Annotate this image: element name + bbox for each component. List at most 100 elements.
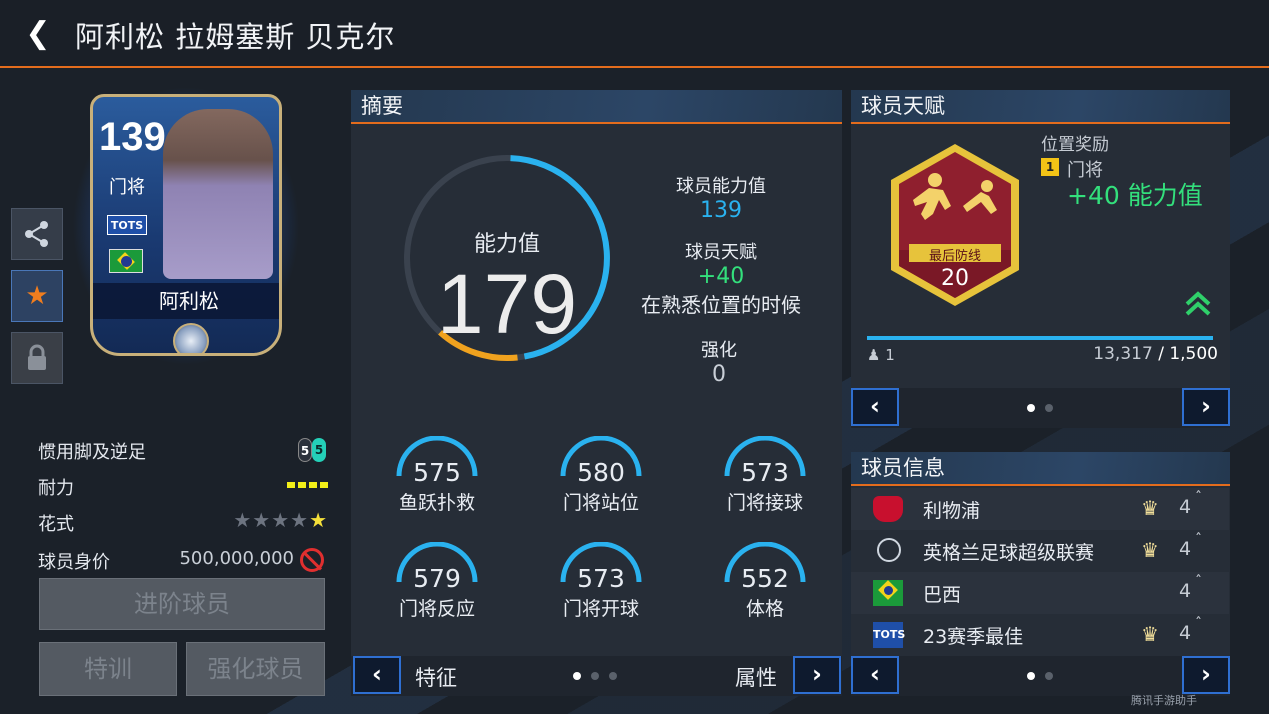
enhance-label: 强化 <box>701 340 737 361</box>
tots-icon: TOTS <box>873 622 905 648</box>
stat-name: 门将开球 <box>562 598 639 620</box>
stat-value: 552 <box>741 564 789 593</box>
lock-icon <box>28 344 46 370</box>
progress-current: 13,317 <box>1093 344 1153 364</box>
info-row-text: 23赛季最佳 <box>923 626 1024 648</box>
stamina-bars <box>287 482 328 488</box>
brazil-flag-icon <box>873 580 903 606</box>
price-row: 球员身价 500,000,000 <box>38 546 328 574</box>
chevron-left-icon: ‹ <box>372 660 382 688</box>
share-icon <box>25 221 48 247</box>
stat-name: 鱼跃扑救 <box>398 492 475 514</box>
stamina-bar <box>320 482 328 488</box>
talent-prev-button[interactable]: ‹ <box>851 388 899 426</box>
info-row-text: 英格兰足球超级联赛 <box>923 542 1095 564</box>
star-icon: ★ <box>25 281 49 311</box>
ovr-block: 球员能力值 139 <box>651 172 791 223</box>
summary-next-button[interactable]: › <box>793 656 841 694</box>
stamina-bar <box>287 482 295 488</box>
reward-value: +40 能力值 <box>1067 181 1203 210</box>
header-bar: ❮ 阿利松 拉姆塞斯 贝克尔 <box>0 0 1269 68</box>
share-button[interactable] <box>11 208 63 260</box>
favorite-button[interactable]: ★ <box>11 270 63 322</box>
stat-value: 579 <box>413 564 461 593</box>
info-row[interactable]: TOTS 23赛季最佳 ♛ 4 ˆ <box>851 614 1229 656</box>
talent-next-button[interactable]: › <box>1182 388 1230 426</box>
info-page-dots <box>1027 672 1053 680</box>
enhance-value: 0 <box>712 362 726 387</box>
info-next-button[interactable]: › <box>1182 656 1230 694</box>
info-row[interactable]: 利物浦 ♛ 4 ˆ <box>851 488 1229 530</box>
ovr-value: 139 <box>700 198 742 223</box>
stat-gauge: 580 门将站位 <box>541 436 661 516</box>
caret-up-icon: ˆ <box>1195 532 1202 548</box>
talent-panel: 球员天赋 最后防线 20 位置奖励 1 门将 +40 能力值 ♟ 1 13,31… <box>851 90 1230 428</box>
summary-prev-button[interactable]: ‹ <box>353 656 401 694</box>
caret-up-icon: ˆ <box>1195 574 1202 590</box>
stat-value: 580 <box>577 458 625 487</box>
page-dot <box>1027 672 1035 680</box>
owner-count-value: 1 <box>885 346 895 364</box>
info-row[interactable]: 巴西 4 ˆ <box>851 572 1229 614</box>
stat-gauge: 575 鱼跃扑救 <box>377 436 497 516</box>
skill-star-icon: ★ <box>290 508 310 532</box>
liverpool-crest-icon <box>873 496 903 522</box>
page-title: 阿利松 拉姆塞斯 贝克尔 <box>75 20 396 54</box>
training-button[interactable]: 特训 <box>39 642 177 696</box>
page-dot <box>573 672 581 680</box>
enhance-block: 强化 0 <box>669 336 769 387</box>
summary-title: 摘要 <box>351 90 842 124</box>
page-dot <box>1045 404 1053 412</box>
page-dot <box>1027 404 1035 412</box>
info-prev-button[interactable]: ‹ <box>851 656 899 694</box>
progress-total: 1,500 <box>1169 344 1218 364</box>
stat-value: 573 <box>741 458 789 487</box>
skill-stars: ★★★★★ <box>233 508 328 532</box>
info-panel: 球员信息 利物浦 ♛ 4 ˆ 英格兰足球超级联赛 ♛ 4 ˆ 巴西 4 ˆ TOTS 23赛季最佳 ♛ 4 ˆ… <box>851 452 1230 696</box>
brazil-flag-icon <box>109 249 143 273</box>
foot-main: 5 <box>298 438 312 462</box>
footer-left-label: 特征 <box>415 666 457 690</box>
lock-button[interactable] <box>11 332 63 384</box>
stamina-label: 耐力 <box>38 478 74 499</box>
info-title: 球员信息 <box>851 452 1230 486</box>
stat-value: 575 <box>413 458 461 487</box>
watermark: 腾讯手游助手 <box>1131 694 1197 707</box>
stat-gauge: 573 门将接球 <box>705 436 825 516</box>
chevron-left-icon: ‹ <box>870 392 880 420</box>
back-button[interactable]: ❮ <box>20 14 56 54</box>
skill-star-icon: ★ <box>271 508 291 532</box>
skill-row: 花式 ★★★★★ <box>38 508 328 536</box>
talent-badge-level: 20 <box>941 266 969 291</box>
stamina-bar <box>298 482 306 488</box>
summary-page-dots <box>573 672 617 680</box>
foot-weak: 5 <box>312 438 326 462</box>
talent-label: 球员天赋 <box>685 242 757 263</box>
not-tradable-icon <box>300 548 324 572</box>
foot-label: 惯用脚及逆足 <box>38 442 146 463</box>
foot-indicator: 5 5 <box>298 438 328 462</box>
crown-icon: ♛ <box>1141 538 1159 562</box>
advance-player-button[interactable]: 进阶球员 <box>39 578 325 630</box>
info-row-count: 4 <box>1179 538 1192 560</box>
player-card[interactable]: 139 门将 TOTS 阿利松 <box>72 86 300 366</box>
upgrade-arrows-icon[interactable] <box>1183 290 1213 316</box>
summary-footer: ‹ 特征 属性 › <box>351 656 842 696</box>
card-name: 阿利松 <box>93 283 279 319</box>
stat-name: 门将站位 <box>562 492 639 514</box>
talent-title: 球员天赋 <box>851 90 1230 124</box>
talent-page-dots <box>1027 404 1053 412</box>
skill-star-icon: ★ <box>233 508 253 532</box>
reward-title: 位置奖励 <box>1041 135 1109 155</box>
footer-right-label: 属性 <box>735 666 777 690</box>
page-dot <box>591 672 599 680</box>
price-label: 球员身价 <box>38 552 110 573</box>
info-row[interactable]: 英格兰足球超级联赛 ♛ 4 ˆ <box>851 530 1229 572</box>
summary-panel: 摘要 能力值 179 球员能力值 139 球员天赋 +40 在熟悉位置的时候 强… <box>351 90 842 696</box>
ovr-label: 球员能力值 <box>676 176 766 197</box>
stat-gauge: 552 体格 <box>705 542 825 622</box>
skill-star-icon: ★ <box>309 508 328 532</box>
enhance-player-button[interactable]: 强化球员 <box>186 642 325 696</box>
card-position: 门将 <box>109 177 145 198</box>
talent-progress-bar <box>867 336 1213 340</box>
